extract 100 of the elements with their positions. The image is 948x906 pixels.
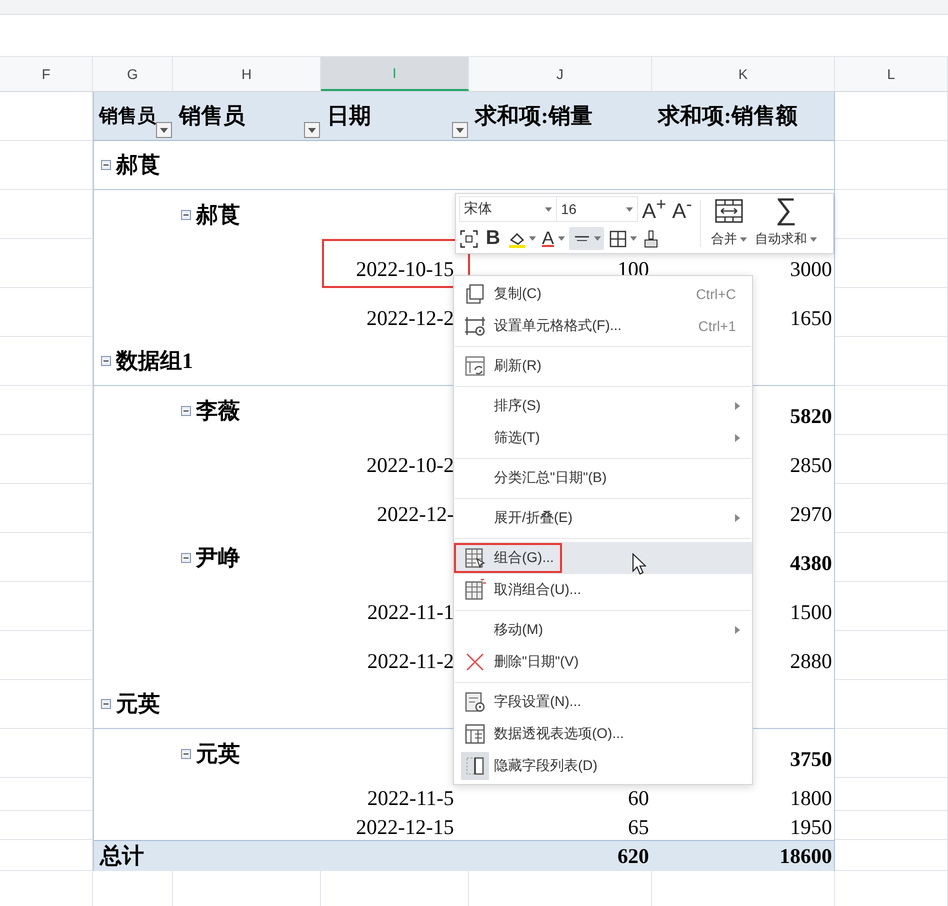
collapse-toggle-icon[interactable] xyxy=(181,210,191,220)
grid-cell[interactable] xyxy=(835,92,948,141)
menu-item[interactable]: 刷新(R) xyxy=(454,350,752,382)
menu-item[interactable]: 数据透视表选项(O)... xyxy=(454,718,752,750)
grid-cell[interactable] xyxy=(0,811,93,840)
caret-icon xyxy=(594,236,601,241)
grid-cell[interactable] xyxy=(835,337,948,386)
grid-cell[interactable] xyxy=(835,239,948,288)
grid-cell[interactable] xyxy=(835,778,948,811)
merge-label: 合并 xyxy=(711,230,737,248)
grid-cell[interactable] xyxy=(835,288,948,337)
grid-cell[interactable] xyxy=(0,386,93,435)
font-select[interactable]: 宋体 xyxy=(459,196,557,222)
grid-cell[interactable] xyxy=(835,840,948,871)
column-header[interactable]: G xyxy=(93,57,173,91)
column-header[interactable]: J xyxy=(469,57,652,91)
menu-item[interactable]: 移动(M) xyxy=(454,614,752,646)
collapse-toggle-icon[interactable] xyxy=(181,552,191,562)
sum-symbol: ∑ xyxy=(775,194,797,226)
column-header[interactable]: K xyxy=(652,57,835,91)
caret-icon[interactable] xyxy=(529,236,536,241)
merge-cells-icon xyxy=(714,198,744,224)
menu-item[interactable]: 分类汇总"日期"(B) xyxy=(454,462,752,494)
grid-cell[interactable] xyxy=(835,582,948,631)
filter-dropdown-icon[interactable] xyxy=(156,122,172,138)
delete-icon xyxy=(464,651,486,673)
grid-cell[interactable] xyxy=(835,141,948,190)
date-cell: 2022-11-2 xyxy=(367,649,454,674)
grid-cell[interactable] xyxy=(835,729,948,778)
group-label: 元英 xyxy=(116,690,160,718)
salesperson-label: 尹峥 xyxy=(196,544,240,572)
grid-cell[interactable] xyxy=(0,288,93,337)
ungroup-icon xyxy=(464,579,486,601)
menu-item[interactable]: 排序(S) xyxy=(454,390,752,422)
grid-cell[interactable] xyxy=(0,435,93,484)
grid-cell[interactable] xyxy=(835,190,948,239)
collapse-toggle-icon[interactable] xyxy=(101,160,111,170)
grid-cell[interactable] xyxy=(835,533,948,582)
grid-cell[interactable] xyxy=(0,631,93,680)
align-button[interactable] xyxy=(569,226,604,250)
bold-button[interactable]: B xyxy=(483,227,503,250)
font-color-button[interactable]: A xyxy=(540,228,556,249)
date-cell: 2022-10-2 xyxy=(366,453,454,478)
filter-dropdown-icon[interactable] xyxy=(452,122,468,138)
grid-cell[interactable] xyxy=(835,680,948,729)
grid-cell[interactable] xyxy=(0,533,93,582)
grid-cell[interactable] xyxy=(835,811,948,840)
collapse-toggle-icon[interactable] xyxy=(101,699,111,709)
grid-cell[interactable] xyxy=(0,190,93,239)
grid-cell[interactable] xyxy=(835,435,948,484)
sales-cell: 1950 xyxy=(790,815,832,840)
menu-item[interactable]: 复制(C) Ctrl+C xyxy=(454,278,752,310)
menu-item[interactable]: 组合(G)... xyxy=(454,542,752,574)
quantity-cell: 65 xyxy=(628,815,649,840)
grid-cell[interactable] xyxy=(0,729,93,778)
mouse-cursor-icon xyxy=(632,553,646,575)
grid-cell[interactable] xyxy=(0,337,93,386)
grid-cell[interactable] xyxy=(0,239,93,288)
column-header[interactable]: F xyxy=(0,57,93,91)
grid-cell[interactable] xyxy=(0,680,93,729)
collapse-toggle-icon[interactable] xyxy=(101,356,111,366)
header-label: 日期 xyxy=(327,102,371,130)
grid-cell[interactable] xyxy=(0,582,93,631)
menu-item[interactable]: 展开/折叠(E) xyxy=(454,502,752,534)
autosum-button[interactable]: ∑ 自动求和 xyxy=(751,194,821,252)
grid-cell[interactable] xyxy=(835,386,948,435)
collapse-toggle-icon[interactable] xyxy=(181,406,191,416)
shrink-font-button[interactable]: A$^{-}$ xyxy=(670,194,694,224)
column-header[interactable]: L xyxy=(835,57,948,91)
date-cell: 2022-12-15 xyxy=(356,815,454,840)
total-label: 总计 xyxy=(100,842,144,870)
borders-icon[interactable] xyxy=(608,228,628,248)
collapse-toggle-icon[interactable] xyxy=(181,748,191,758)
fit-icon[interactable] xyxy=(459,228,479,248)
sales-cell: 1500 xyxy=(790,600,832,625)
caret-icon[interactable] xyxy=(630,236,637,241)
menu-item[interactable]: 隐藏字段列表(D) xyxy=(454,750,752,782)
grow-font-button[interactable]: A$^{+}$ xyxy=(642,194,666,224)
menu-item[interactable]: 删除"日期"(V) xyxy=(454,646,752,678)
filter-dropdown-icon[interactable] xyxy=(304,122,320,138)
date-cell: 2022-12-2 xyxy=(366,306,454,331)
grid-cell[interactable] xyxy=(835,484,948,533)
autosum-label: 自动求和 xyxy=(755,230,807,248)
menu-item[interactable]: 设置单元格格式(F)... Ctrl+1 xyxy=(454,310,752,342)
grid-cell[interactable] xyxy=(835,631,948,680)
caret-icon xyxy=(810,236,817,242)
field-list-icon xyxy=(464,755,486,777)
size-select[interactable]: 16 xyxy=(556,196,638,222)
grid-cell[interactable] xyxy=(0,141,93,190)
sales-cell: 2850 xyxy=(790,453,832,478)
menu-item[interactable]: 筛选(T) xyxy=(454,422,752,454)
grid-cell[interactable] xyxy=(0,484,93,533)
merge-button[interactable]: 合并 xyxy=(707,194,751,252)
grid-cell[interactable] xyxy=(0,778,93,811)
menu-item[interactable]: 字段设置(N)... xyxy=(454,686,752,718)
caret-icon[interactable] xyxy=(558,236,565,241)
group-icon xyxy=(464,547,486,569)
quantity-cell: 60 xyxy=(628,786,649,811)
sales-cell: 3750 xyxy=(790,747,832,772)
menu-item[interactable]: 取消组合(U)... xyxy=(454,574,752,606)
